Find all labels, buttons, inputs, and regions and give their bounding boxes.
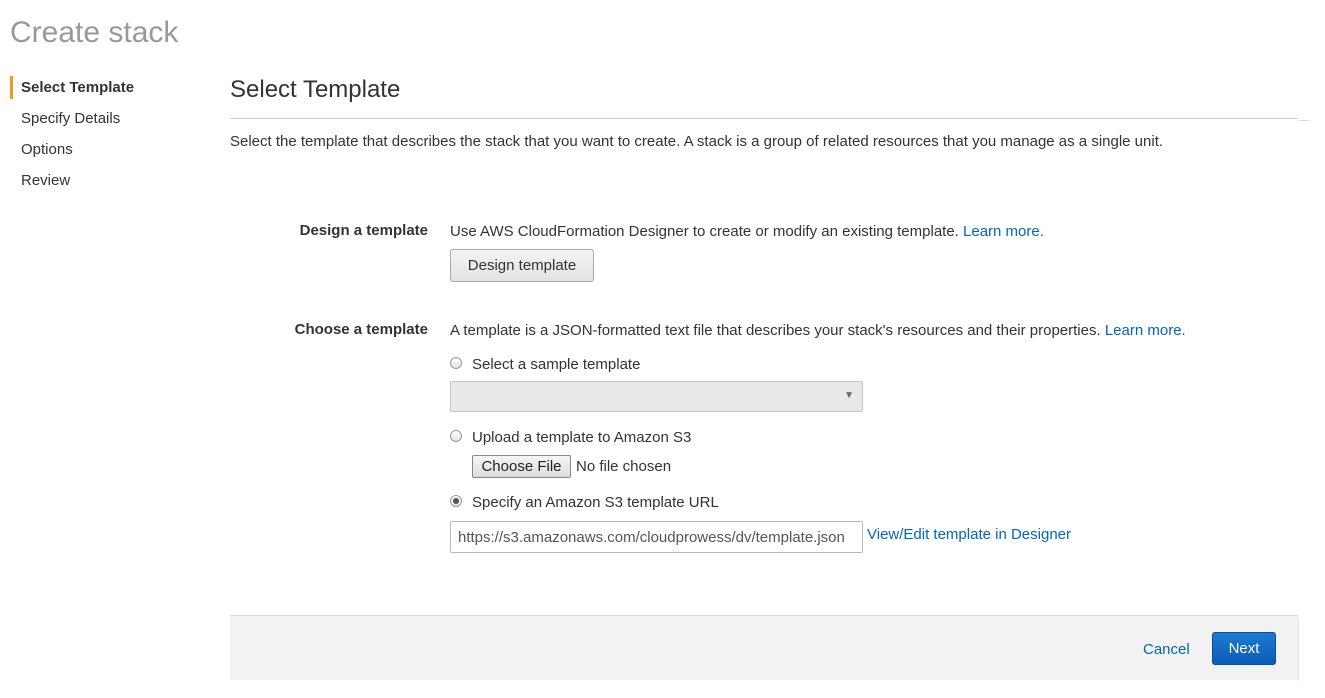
- choose-template-description-row: A template is a JSON-formatted text file…: [450, 322, 1186, 339]
- step-review[interactable]: Review: [10, 169, 200, 200]
- wizard-steps-nav: Select Template Specify Details Options …: [10, 76, 200, 200]
- choose-template-description: A template is a JSON-formatted text file…: [450, 322, 1101, 339]
- chevron-down-icon: ▼: [844, 390, 854, 401]
- intro-text: Select the template that describes the s…: [230, 133, 1164, 150]
- sample-template-radio[interactable]: [450, 357, 462, 369]
- step-specify-details[interactable]: Specify Details: [10, 107, 200, 138]
- sample-template-select[interactable]: ▼: [450, 381, 863, 412]
- choose-learn-more-link[interactable]: Learn more.: [1105, 322, 1186, 339]
- s3-template-url-input[interactable]: [450, 521, 863, 553]
- s3-url-radio[interactable]: [450, 495, 462, 507]
- design-template-description-row: Use AWS CloudFormation Designer to creat…: [450, 223, 1044, 240]
- main-content: Select Template Select the template that…: [230, 70, 1310, 553]
- section-divider: [230, 118, 1298, 119]
- upload-template-radio-label: Upload a template to Amazon S3: [472, 429, 692, 446]
- footer-edge: [1298, 617, 1311, 681]
- step-options[interactable]: Options: [10, 138, 200, 169]
- view-edit-designer-link[interactable]: View/Edit template in Designer: [867, 526, 1071, 543]
- s3-url-radio-label: Specify an Amazon S3 template URL: [472, 494, 719, 511]
- design-learn-more-link[interactable]: Learn more.: [963, 223, 1044, 240]
- choose-template-label: Choose a template: [294, 321, 428, 338]
- cancel-link[interactable]: Cancel: [1143, 641, 1190, 658]
- next-button[interactable]: Next: [1212, 632, 1276, 665]
- section-title: Select Template: [230, 76, 401, 103]
- wizard-footer: Cancel Next: [230, 615, 1298, 680]
- file-status-text: No file chosen: [576, 458, 672, 475]
- section-divider-tail: [1298, 120, 1310, 121]
- choose-file-button[interactable]: Choose File: [472, 455, 571, 478]
- design-template-label: Design a template: [299, 222, 428, 239]
- upload-template-radio[interactable]: [450, 430, 462, 442]
- design-template-description: Use AWS CloudFormation Designer to creat…: [450, 223, 959, 240]
- step-select-template[interactable]: Select Template: [10, 76, 200, 107]
- sample-template-radio-label: Select a sample template: [472, 356, 641, 373]
- design-template-button[interactable]: Design template: [450, 249, 594, 282]
- page-title: Create stack: [10, 16, 179, 49]
